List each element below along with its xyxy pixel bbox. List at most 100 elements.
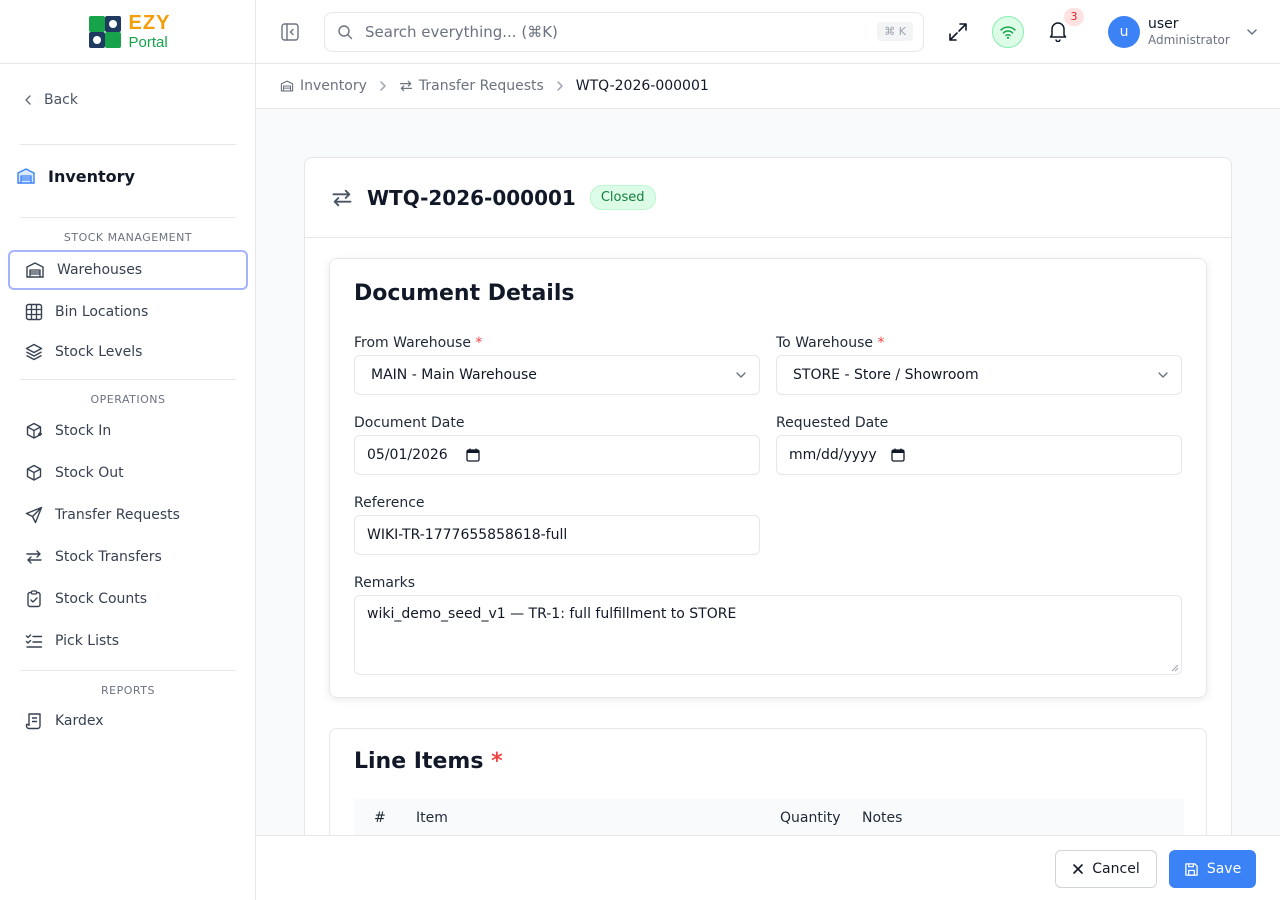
notifications-button[interactable] bbox=[1048, 20, 1068, 46]
search-input[interactable]: Search everything... (⌘K) ⌘ K bbox=[324, 12, 924, 52]
breadcrumb-label: WTQ-2026-000001 bbox=[575, 78, 709, 94]
chevron-right-icon bbox=[380, 81, 386, 91]
main-content: WTQ-2026-000001 Closed Document Details … bbox=[256, 109, 1280, 835]
search-placeholder: Search everything... (⌘K) bbox=[365, 23, 558, 41]
warehouse-icon bbox=[26, 262, 44, 278]
breadcrumb-label: Inventory bbox=[300, 78, 367, 94]
from-warehouse-value: MAIN - Main Warehouse bbox=[371, 367, 537, 383]
package-minus-icon bbox=[26, 464, 42, 481]
section-label-stock-management: STOCK MANAGEMENT bbox=[63, 231, 193, 244]
fullscreen-button[interactable] bbox=[948, 22, 968, 46]
expand-icon bbox=[949, 23, 967, 41]
user-menu[interactable]: u user Administrator bbox=[1108, 16, 1258, 48]
logo-mark-icon bbox=[88, 15, 121, 48]
requested-date-field[interactable]: mm/dd/yyyy bbox=[776, 435, 1182, 475]
required-marker: * bbox=[877, 335, 885, 351]
close-icon bbox=[1073, 864, 1084, 874]
required-marker: * bbox=[491, 749, 503, 774]
warehouse-icon bbox=[280, 80, 294, 92]
arrows-left-right-icon bbox=[399, 80, 412, 92]
breadcrumb-item-transfer-requests[interactable]: Transfer Requests bbox=[399, 78, 544, 94]
breadcrumb: Inventory Transfer Requests WTQ-2026-000… bbox=[256, 64, 1280, 109]
sidebar-item-stock-levels[interactable]: Stock Levels bbox=[8, 332, 248, 372]
collapse-sidebar-button[interactable] bbox=[280, 22, 300, 46]
document-header: WTQ-2026-000001 Closed bbox=[305, 158, 1231, 238]
cancel-button[interactable]: Cancel bbox=[1055, 850, 1157, 888]
required-marker: * bbox=[475, 335, 483, 351]
sidebar-item-bin-locations[interactable]: Bin Locations bbox=[8, 292, 248, 332]
clipboard-check-icon bbox=[27, 590, 41, 608]
back-button[interactable]: Back bbox=[22, 92, 78, 108]
sidebar-item-transfer-requests[interactable]: Transfer Requests bbox=[8, 495, 248, 535]
column-header-notes: Notes bbox=[862, 810, 903, 826]
sidebar-divider bbox=[20, 670, 236, 671]
to-warehouse-label: To Warehouse * bbox=[776, 335, 884, 351]
sidebar-divider bbox=[20, 379, 236, 380]
search-shortcut-hint: ⌘ K bbox=[877, 22, 913, 41]
section-label-operations: OPERATIONS bbox=[90, 393, 166, 406]
connection-status-button[interactable] bbox=[992, 16, 1024, 48]
logo-text-primary: EZY bbox=[128, 12, 171, 34]
scroll-icon bbox=[25, 713, 41, 730]
sidebar-item-stock-in[interactable]: Stock In bbox=[8, 411, 248, 451]
reference-value: WIKI-TR-1777655858618-full bbox=[367, 527, 568, 543]
page-title: WTQ-2026-000001 bbox=[367, 185, 576, 210]
line-items-section: Line Items * # Item Quantity Notes bbox=[329, 728, 1207, 835]
save-button[interactable]: Save bbox=[1169, 850, 1256, 888]
reference-field[interactable]: WIKI-TR-1777655858618-full bbox=[354, 515, 760, 555]
sidebar-item-pick-lists[interactable]: Pick Lists bbox=[8, 621, 248, 661]
sidebar-item-label: Stock In bbox=[55, 423, 112, 439]
user-name: user bbox=[1148, 16, 1179, 33]
sidebar-item-label: Warehouses bbox=[57, 262, 143, 278]
chevron-down-icon bbox=[1158, 372, 1168, 378]
section-title: Document Details bbox=[354, 281, 575, 306]
bell-icon bbox=[1049, 22, 1067, 43]
module-title: Inventory bbox=[16, 166, 135, 186]
sidebar-item-label: Kardex bbox=[55, 713, 104, 729]
chevron-right-icon bbox=[557, 81, 563, 91]
to-warehouse-value: STORE - Store / Showroom bbox=[793, 367, 979, 383]
remarks-textarea[interactable]: wiki_demo_seed_v1 — TR-1: full fulfillme… bbox=[354, 595, 1182, 675]
sidebar-item-label: Stock Levels bbox=[55, 344, 143, 360]
warehouse-icon bbox=[17, 168, 35, 184]
to-warehouse-select[interactable]: STORE - Store / Showroom bbox=[776, 355, 1182, 395]
column-header-item: Item bbox=[416, 810, 448, 826]
chevron-left-icon bbox=[25, 95, 31, 105]
sidebar-divider bbox=[20, 144, 236, 145]
sidebar-item-label: Stock Transfers bbox=[55, 549, 162, 565]
breadcrumb-item-current: WTQ-2026-000001 bbox=[576, 78, 709, 94]
sidebar-item-label: Transfer Requests bbox=[55, 507, 180, 523]
document-card: WTQ-2026-000001 Closed Document Details … bbox=[304, 157, 1232, 835]
form-footer: Cancel Save bbox=[256, 835, 1280, 900]
section-label-reports: REPORTS bbox=[101, 684, 155, 697]
breadcrumb-label: Transfer Requests bbox=[418, 78, 544, 94]
document-details-section: Document Details From Warehouse * MAIN -… bbox=[329, 258, 1207, 698]
sidebar-item-stock-counts[interactable]: Stock Counts bbox=[8, 579, 248, 619]
calendar-icon bbox=[466, 448, 480, 462]
sidebar-item-stock-out[interactable]: Stock Out bbox=[8, 453, 248, 493]
logo-area: EZY Portal bbox=[0, 0, 255, 64]
resize-handle-icon[interactable] bbox=[1171, 664, 1179, 672]
save-icon bbox=[1185, 862, 1198, 876]
to-warehouse-label-text: To Warehouse bbox=[776, 335, 873, 351]
module-title-label: Inventory bbox=[48, 166, 135, 186]
arrows-left-right-icon bbox=[332, 189, 352, 206]
sidebar-item-stock-transfers[interactable]: Stock Transfers bbox=[8, 537, 248, 577]
sidebar: EZY Portal Back Inventory STOCK MANAGEME… bbox=[0, 0, 256, 900]
from-warehouse-label-text: From Warehouse bbox=[354, 335, 471, 351]
reference-label: Reference bbox=[354, 495, 425, 511]
package-plus-icon bbox=[26, 422, 42, 439]
calendar-icon bbox=[890, 448, 905, 462]
sidebar-item-label: Bin Locations bbox=[55, 304, 149, 320]
cancel-label: Cancel bbox=[1092, 861, 1140, 877]
sidebar-item-kardex[interactable]: Kardex bbox=[8, 701, 248, 741]
from-warehouse-select[interactable]: MAIN - Main Warehouse bbox=[354, 355, 760, 395]
logo-text-secondary: Portal bbox=[128, 34, 168, 51]
sidebar-item-label: Pick Lists bbox=[55, 633, 120, 649]
sidebar-item-label: Stock Counts bbox=[55, 591, 148, 607]
app-logo[interactable]: EZY Portal bbox=[85, 12, 171, 52]
breadcrumb-item-inventory[interactable]: Inventory bbox=[280, 78, 367, 94]
send-icon bbox=[25, 506, 43, 524]
sidebar-item-warehouses[interactable]: Warehouses bbox=[8, 250, 248, 290]
document-date-field[interactable]: 05/01/2026 bbox=[354, 435, 760, 475]
